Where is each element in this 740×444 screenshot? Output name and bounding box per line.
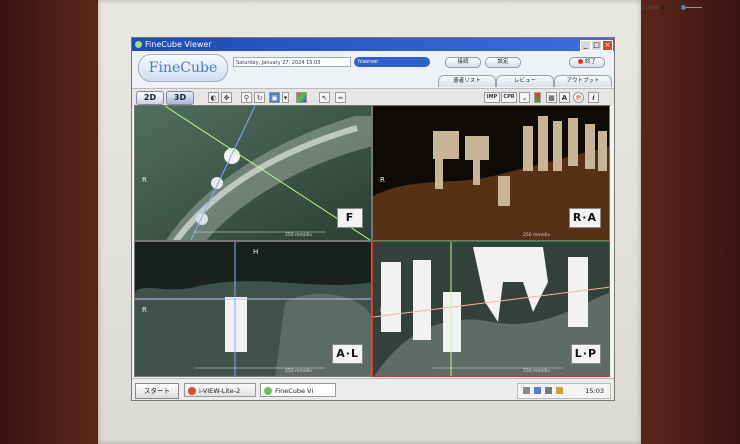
settings-button[interactable]: 設定 <box>485 57 521 68</box>
arrow-icon[interactable]: ↖ <box>319 92 330 103</box>
status-led-icon <box>661 6 665 10</box>
zoom-icon[interactable]: ⚲ <box>241 92 252 103</box>
info-icon[interactable]: i <box>588 92 599 103</box>
tab-review[interactable]: レビュー <box>496 75 554 87</box>
pan-icon[interactable]: ✥ <box>221 92 232 103</box>
start-button[interactable]: スタート <box>135 383 179 399</box>
app-header: FineCube Saturday, January 27, 2024 15:0… <box>132 51 614 88</box>
head-label: H <box>253 248 259 256</box>
tab-patient-list[interactable]: 患者リスト <box>438 75 496 87</box>
mode-2d-button[interactable]: 2D <box>136 91 164 105</box>
security-icon[interactable] <box>556 387 563 394</box>
finecube-logo: FineCube <box>138 54 228 82</box>
dropdown-arrow-icon[interactable]: ▾ <box>282 92 289 103</box>
maximize-button[interactable]: □ <box>591 40 602 51</box>
palette-icon[interactable] <box>296 92 307 103</box>
viewport-sagittal[interactable]: R 250 mm/div L·P <box>372 241 610 377</box>
layout-grid-icon[interactable]: ▦ <box>546 92 557 103</box>
tab-output[interactable]: アウトプット <box>554 75 612 87</box>
ruler-icon[interactable]: ═ <box>335 92 346 103</box>
side-label: R <box>380 306 385 314</box>
close-button[interactable]: × <box>602 40 613 51</box>
side-label: R <box>142 306 147 314</box>
scale-label: 250 mm/div <box>285 369 313 374</box>
scale-label: 250 mm/div <box>285 233 313 238</box>
scale-label: 250 mm/div <box>523 369 551 374</box>
viewport-3d[interactable]: R 250 mm/div R·A <box>372 105 610 241</box>
language-icon[interactable] <box>534 387 541 394</box>
side-label: R <box>142 176 147 184</box>
window-titlebar: FineCube Viewer _ □ × <box>132 38 614 51</box>
imp-button[interactable]: IMP <box>484 92 500 103</box>
clock: 15:03 <box>585 387 604 395</box>
exit-button[interactable]: 終了 <box>569 57 605 68</box>
connect-button[interactable]: 接続 <box>445 57 481 68</box>
taskbar: スタート i-VIEW-Lite-2 FineCube Vi 15:03 <box>132 378 614 400</box>
date-display: Saturday, January 27, 2024 15:03 <box>233 57 351 67</box>
chevron-down-icon[interactable]: ⌄ <box>519 92 530 103</box>
task-iview-label: i-VIEW-Lite-2 <box>199 387 241 395</box>
viewport-coronal[interactable]: R H 250 mm/div A·L <box>134 241 372 377</box>
annotation-button[interactable]: A <box>559 92 570 103</box>
status-label: STATUS <box>642 5 659 10</box>
finecube-task-icon <box>264 387 272 395</box>
stop-icon <box>577 59 583 64</box>
network-icon[interactable] <box>523 387 530 394</box>
cpr-button[interactable]: CPR <box>501 92 517 103</box>
exit-label: 終了 <box>584 59 596 65</box>
viewport-grid: R 250 mm/div F R 250 mm/div R·A R H 250 … <box>134 105 610 377</box>
rotate-icon[interactable]: ↻ <box>254 92 265 103</box>
record-icon[interactable]: ℗ <box>573 92 584 103</box>
orientation-badge: L·P <box>570 344 601 364</box>
mode-3d-button[interactable]: 3D <box>166 91 194 105</box>
viewport-axial[interactable]: R 250 mm/div F <box>134 105 372 241</box>
bezel-divider <box>686 7 702 8</box>
minimize-button[interactable]: _ <box>580 40 591 51</box>
colorbar-icon <box>534 92 541 103</box>
screen: FineCube Viewer _ □ × FineCube Saturday,… <box>131 37 615 401</box>
image-icon[interactable]: ▣ <box>269 92 280 103</box>
task-finecube[interactable]: FineCube Vi <box>260 383 336 397</box>
task-finecube-label: FineCube Vi <box>275 387 314 395</box>
iview-icon <box>188 387 196 395</box>
toolbar: 2D 3D ◐ ✥ ⚲ ↻ ▣ ▾ ↖ ═ IMP CPR ⌄ ▦ A ℗ i <box>132 88 614 106</box>
task-iview[interactable]: i-VIEW-Lite-2 <box>184 383 256 397</box>
orientation-badge: R·A <box>568 208 601 228</box>
contrast-icon[interactable]: ◐ <box>208 92 219 103</box>
orientation-badge: A·L <box>332 344 363 364</box>
app-icon <box>135 41 142 48</box>
scale-label: 250 mm/div <box>523 233 551 238</box>
side-label: R <box>380 176 385 184</box>
window-title: FineCube Viewer <box>145 40 212 49</box>
server-select[interactable]: fcserver <box>354 57 430 67</box>
system-tray: 15:03 <box>517 383 611 399</box>
volume-icon[interactable] <box>545 387 552 394</box>
orientation-badge: F <box>337 208 363 228</box>
